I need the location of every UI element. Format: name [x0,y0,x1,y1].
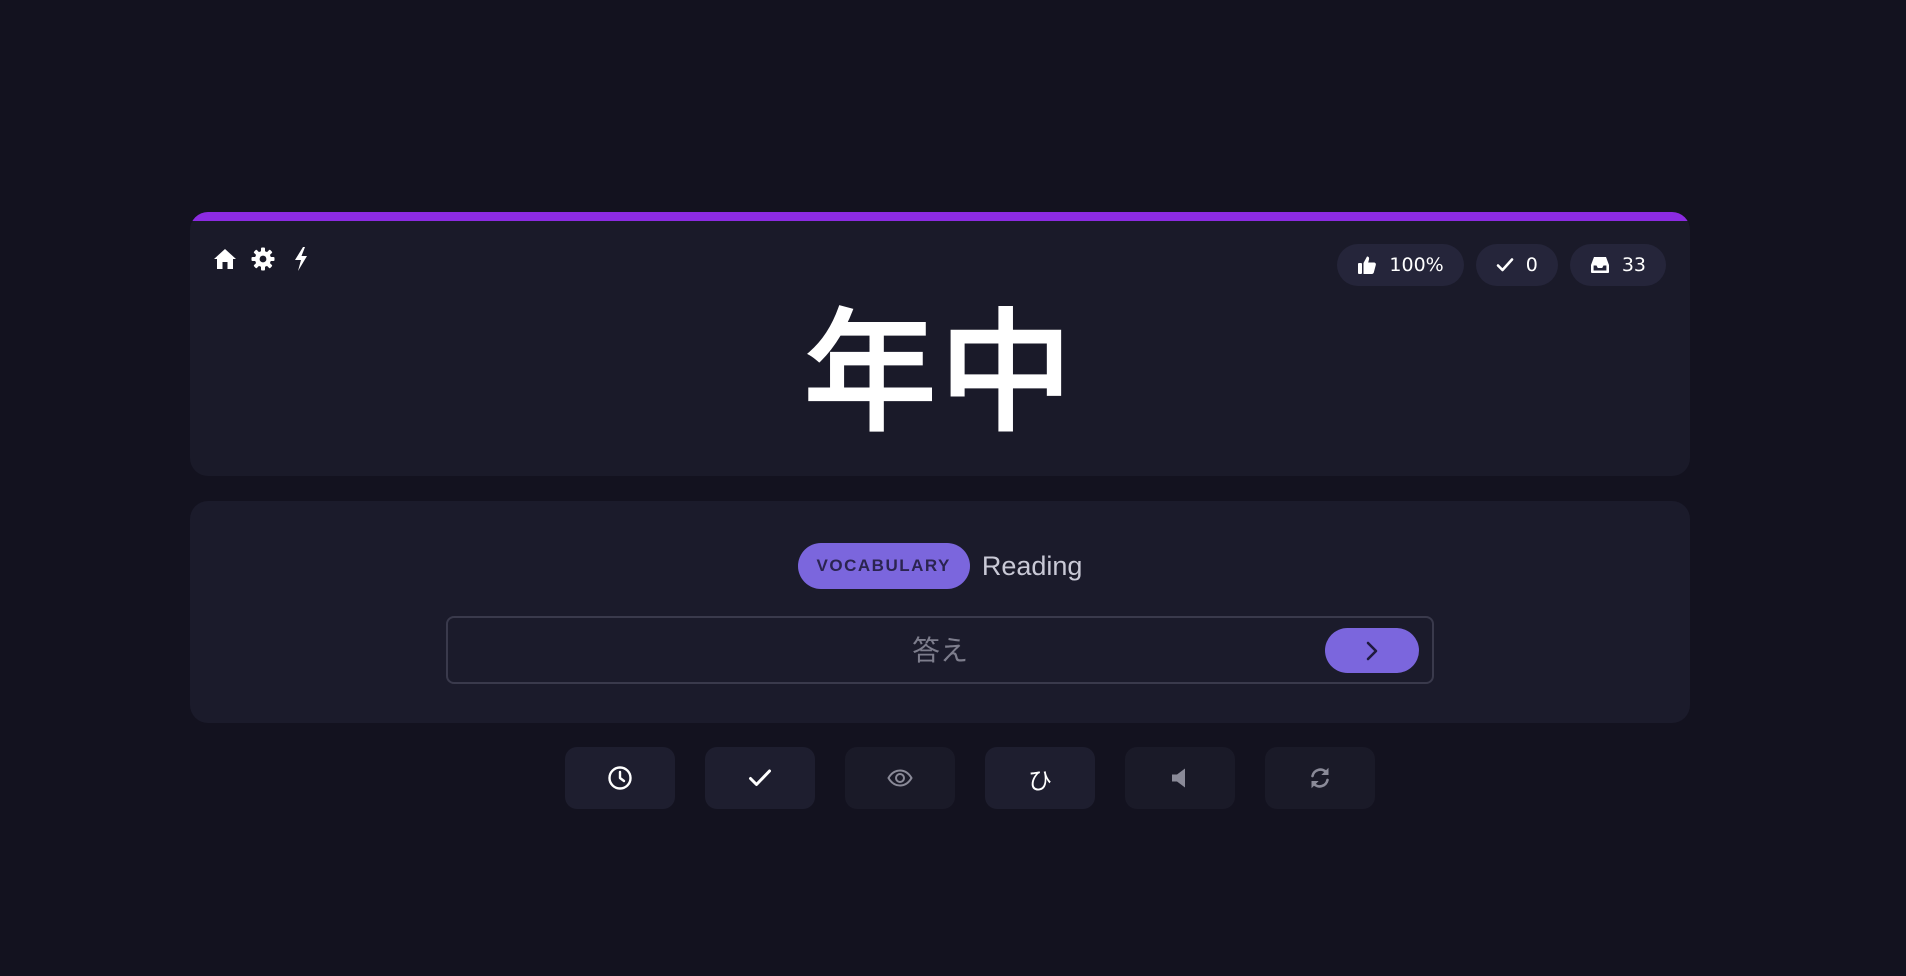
answer-card: VOCABULARY Reading [190,501,1690,723]
correct-count: 0 [1525,254,1538,276]
check-icon [749,769,771,786]
kana-toggle-button[interactable]: ひ [985,747,1095,809]
question-prompt: VOCABULARY Reading [190,543,1690,589]
accuracy-value: 100% [1389,254,1444,276]
progress-accent-bar [190,212,1690,221]
thumbs-up-icon [1358,256,1377,274]
remaining-stat: 33 [1569,244,1666,286]
reveal-button[interactable] [845,747,955,809]
clock-icon [608,766,632,790]
gear-icon [251,247,275,271]
answer-field [446,616,1434,684]
action-toolbar: ひ [565,747,1375,809]
last-items-button[interactable] [565,747,675,809]
hiragana-hi-icon: ひ [1028,766,1052,795]
submit-answer-button[interactable] [1325,628,1419,673]
home-icon [214,249,236,269]
correct-stat: 0 [1475,244,1558,286]
wrap-up-button[interactable] [1265,747,1375,809]
stats-bar: 100% 0 33 [1337,244,1666,286]
answer-input[interactable] [448,618,1432,682]
review-page: 100% 0 33 年中 VOCABULARY Reading 答え ひ [0,0,1906,976]
top-nav [212,246,314,272]
lightning-icon [295,247,307,271]
home-button[interactable] [212,246,238,272]
check-icon [1496,258,1514,272]
inbox-icon [1590,257,1609,273]
chevron-right-icon [1366,641,1378,660]
accuracy-stat: 100% [1337,244,1464,286]
audio-button[interactable] [1125,747,1235,809]
settings-button[interactable] [250,246,276,272]
lightning-button[interactable] [288,246,314,272]
subject-type-badge: VOCABULARY [797,543,970,589]
speaker-icon [1172,768,1185,788]
mark-correct-button[interactable] [705,747,815,809]
refresh-icon [1311,767,1329,789]
question-type-label: Reading [981,550,1083,581]
subject-characters: 年中 [804,297,1076,451]
subject-card: 100% 0 33 年中 [190,212,1690,476]
eye-icon [887,769,913,787]
remaining-count: 33 [1621,254,1646,276]
